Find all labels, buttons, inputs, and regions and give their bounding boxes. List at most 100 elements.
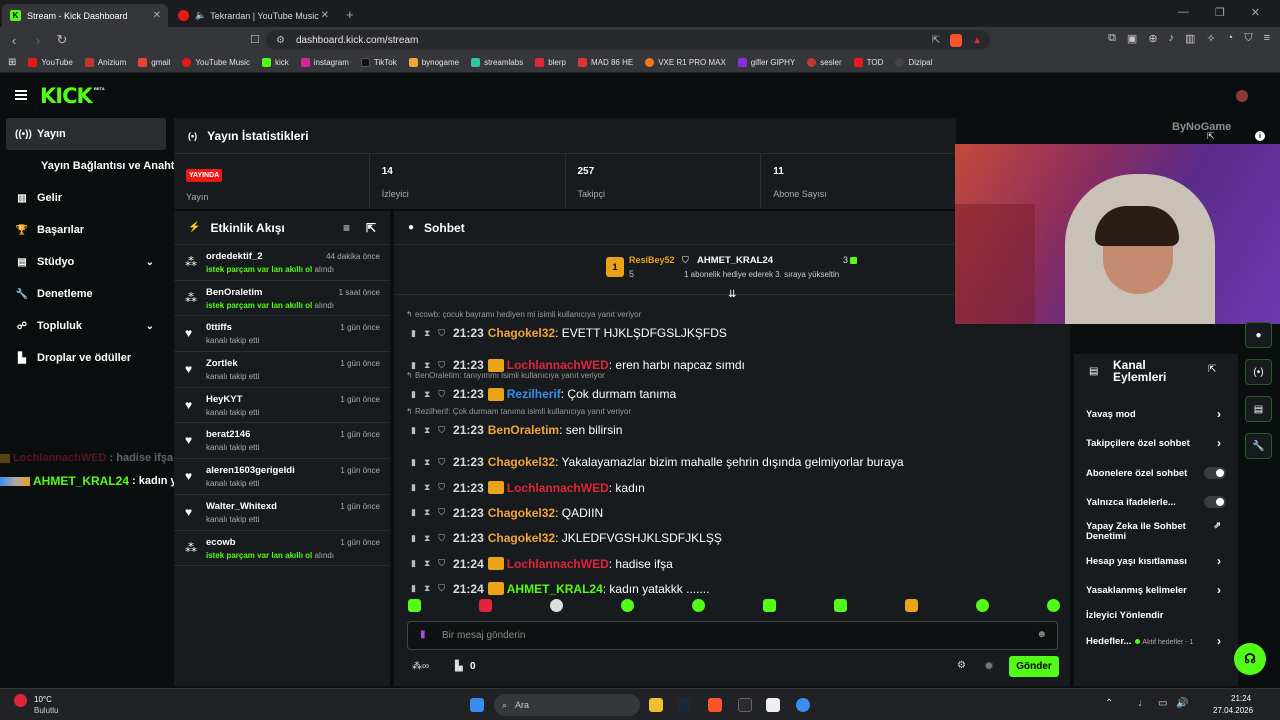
tab-kick-dashboard[interactable]: K Stream - Kick Dashboard ✕	[2, 4, 168, 27]
emote-icon[interactable]	[621, 599, 634, 612]
bookmark-anizium[interactable]: Anizium	[84, 58, 126, 67]
message-user[interactable]: AHMET_KRAL24	[507, 582, 603, 596]
rail-chat-button[interactable]: ●	[1245, 322, 1272, 348]
ban-icon[interactable]: ⛉	[438, 558, 445, 569]
reload-icon[interactable]: ↻	[52, 32, 72, 48]
pin-icon[interactable]: ▮	[411, 482, 416, 493]
bookmark-tod[interactable]: TOD	[853, 58, 883, 67]
ban-icon[interactable]: ⛉	[438, 328, 445, 339]
epic-games-icon[interactable]	[738, 698, 752, 712]
timeout-icon[interactable]: ⧗	[424, 558, 430, 569]
bookmark-vxe[interactable]: VXE R1 PRO MAX	[645, 58, 726, 67]
message-user[interactable]: Chagokel32	[488, 455, 555, 469]
close-tab-icon[interactable]: ✕	[153, 10, 161, 21]
message-user[interactable]: BenOraletim	[488, 423, 559, 437]
ban-icon[interactable]: ⛉	[438, 533, 445, 544]
chat-message[interactable]: ▮ ⧗ ⛉ 21:23 Rezilherif: Çok durmam tanıma	[411, 387, 676, 401]
send-button[interactable]: Gönder	[1009, 656, 1059, 677]
bookmark-bynogame[interactable]: bynogame	[408, 58, 459, 67]
bookmark-mad86he[interactable]: MAD 86 HE	[577, 58, 633, 67]
bookmark-sesler[interactable]: sesler	[807, 58, 842, 67]
popout-icon[interactable]: ⇱	[366, 221, 376, 235]
microphone-tray-icon[interactable]: ♩	[1138, 698, 1148, 709]
sidebar-item-gelir[interactable]: ▥ Gelir	[0, 182, 172, 214]
chat-message[interactable]: ▮ ⧗ ⛉ 21:23 Chagokel32: Yakalayamazlar bizim…	[411, 455, 904, 469]
pin-icon[interactable]: ▮	[411, 507, 416, 518]
activity-item[interactable]: ♥ berat2146 kanalı takip etti 1 gün önce	[174, 423, 390, 460]
timeout-icon[interactable]: ⧗	[424, 360, 430, 371]
activity-item[interactable]: ♥ aleren1603gerigeldi kanalı takip etti 1 g…	[174, 459, 390, 495]
sidebar-item-yayin[interactable]: ((•)) Yayın	[6, 118, 166, 150]
channel-action-item[interactable]: Yavaş mod ›	[1086, 407, 1226, 421]
ban-icon[interactable]: ⛉	[438, 482, 445, 493]
ban-icon[interactable]: ⛉	[438, 389, 445, 400]
toggle-switch[interactable]	[1204, 496, 1226, 508]
minimize-icon[interactable]: —	[1178, 6, 1189, 19]
pin-icon[interactable]: ▮	[411, 360, 416, 371]
message-user[interactable]: LochlannachWED	[507, 557, 609, 571]
channel-action-item[interactable]: Yalnızca ifadelerle...	[1086, 496, 1226, 508]
bookmark-blerp[interactable]: blerp	[535, 58, 566, 67]
channel-action-item[interactable]: Hesap yaşı kısıtlaması ›	[1086, 554, 1226, 568]
ban-icon[interactable]: ⛉	[438, 360, 445, 371]
bot-icon[interactable]: ✹	[984, 659, 994, 673]
site-info-icon[interactable]: ⚙	[276, 35, 285, 46]
screenshot-icon[interactable]: ▣	[1127, 32, 1137, 45]
emote-icon[interactable]	[479, 599, 492, 612]
rail-moderation-button[interactable]: 🔧	[1245, 433, 1272, 459]
timeout-icon[interactable]: ⧗	[424, 425, 430, 436]
popout-icon[interactable]: ⇱	[1208, 364, 1216, 375]
info-icon[interactable]: i	[1255, 131, 1265, 141]
channel-action-item[interactable]: Takipçilere özel sohbet ›	[1086, 436, 1226, 450]
emote-icon[interactable]	[763, 599, 776, 612]
windows-start-icon[interactable]	[470, 698, 484, 712]
sidebar-item-droplar[interactable]: ▙ Droplar ve ödüller	[0, 342, 172, 374]
message-user[interactable]: LochlannachWED	[507, 358, 609, 372]
activity-item[interactable]: ♥ Walter_Whitexd kanalı takip etti 1 gün ön…	[174, 495, 390, 531]
timeout-icon[interactable]: ⧗	[424, 507, 430, 518]
music-icon[interactable]: ♪	[1169, 32, 1175, 45]
message-user[interactable]: Chagokel32	[488, 531, 555, 545]
bookmark-giphy[interactable]: gifler GIPHY	[737, 58, 795, 67]
bookmark-instagram[interactable]: instagram	[300, 58, 349, 67]
bookmark-gmail[interactable]: gmail	[138, 58, 170, 67]
bookmark-youtube-music[interactable]: YouTube Music	[182, 58, 250, 67]
support-button[interactable]: ☊	[1234, 643, 1266, 675]
sidebar-icon[interactable]: ▥	[1185, 32, 1195, 45]
message-user[interactable]: Rezilherif	[507, 387, 561, 401]
bookmark-streamlabs[interactable]: streamlabs	[471, 58, 523, 67]
chat-users-icon[interactable]: ⁂∞	[412, 661, 429, 672]
chat-message[interactable]: ▮ ⧗ ⛉ 21:23 Chagokel32: QADIIN	[411, 506, 603, 520]
store-icon[interactable]	[766, 698, 780, 712]
file-explorer-icon[interactable]	[649, 698, 663, 712]
apps-grid-icon[interactable]: ⊞	[8, 57, 16, 68]
bookmark-dizipal[interactable]: Dizipal	[895, 58, 932, 67]
channel-action-item[interactable]: Yasaklanmış kelimeler ›	[1086, 583, 1226, 597]
toggle-switch[interactable]	[1204, 467, 1226, 479]
wallet-icon[interactable]: ◔	[1227, 32, 1234, 45]
activity-item[interactable]: ⁂ ecowb istek parçam var lan akıllı ol alı…	[174, 531, 390, 567]
forward-icon[interactable]: ›	[28, 33, 48, 48]
chat-message[interactable]: ▮ ⧗ ⛉ 21:23 Chagokel32: JKLEDFVGSHJKLSDFJKLŞ…	[411, 531, 722, 545]
maximize-icon[interactable]: ❐	[1215, 6, 1225, 19]
channel-action-item[interactable]: Yapay Zeka ile Sohbet Denetimi ⇗	[1086, 520, 1226, 542]
pin-icon[interactable]: ▮	[411, 583, 416, 594]
menu-icon[interactable]: ≡	[1264, 32, 1270, 45]
chat-message[interactable]: ▮ ⧗ ⛉ 21:24 LochlannachWED: hadise ifşa	[411, 557, 673, 571]
ban-icon[interactable]: ⛉	[438, 457, 445, 468]
leo-icon[interactable]: ✧	[1206, 32, 1215, 45]
chat-settings-icon[interactable]: ⚙	[957, 660, 966, 671]
pin-icon[interactable]: ▮	[411, 533, 416, 544]
rail-broadcast-button[interactable]: (•)	[1245, 359, 1272, 385]
timeout-icon[interactable]: ⧗	[424, 457, 430, 468]
channel-action-item[interactable]: Hedefler... Aktif hedefler - 1 ›	[1086, 634, 1226, 648]
timeout-icon[interactable]: ⧗	[424, 328, 430, 339]
emoji-icon[interactable]: ☻	[1036, 629, 1047, 640]
hamburger-menu-icon[interactable]	[15, 90, 27, 100]
chat-message[interactable]: ▮ ⧗ ⛉ 21:23 Chagokel32: EVETT HJKLŞDFGSLJKŞF…	[411, 326, 727, 340]
emote-icon[interactable]	[905, 599, 918, 612]
tab-youtube-music[interactable]: 🔈 Tekrardan | YouTube Music ✕	[170, 4, 336, 27]
ban-icon[interactable]: ⛉	[438, 507, 445, 518]
chat-message[interactable]: ▮ ⧗ ⛉ 21:23 BenOraletim: sen bilirsin	[411, 423, 622, 437]
chat-message[interactable]: ▮ ⧗ ⛉ 21:24 AHMET_KRAL24: kadın yatakkk ....…	[411, 582, 709, 596]
